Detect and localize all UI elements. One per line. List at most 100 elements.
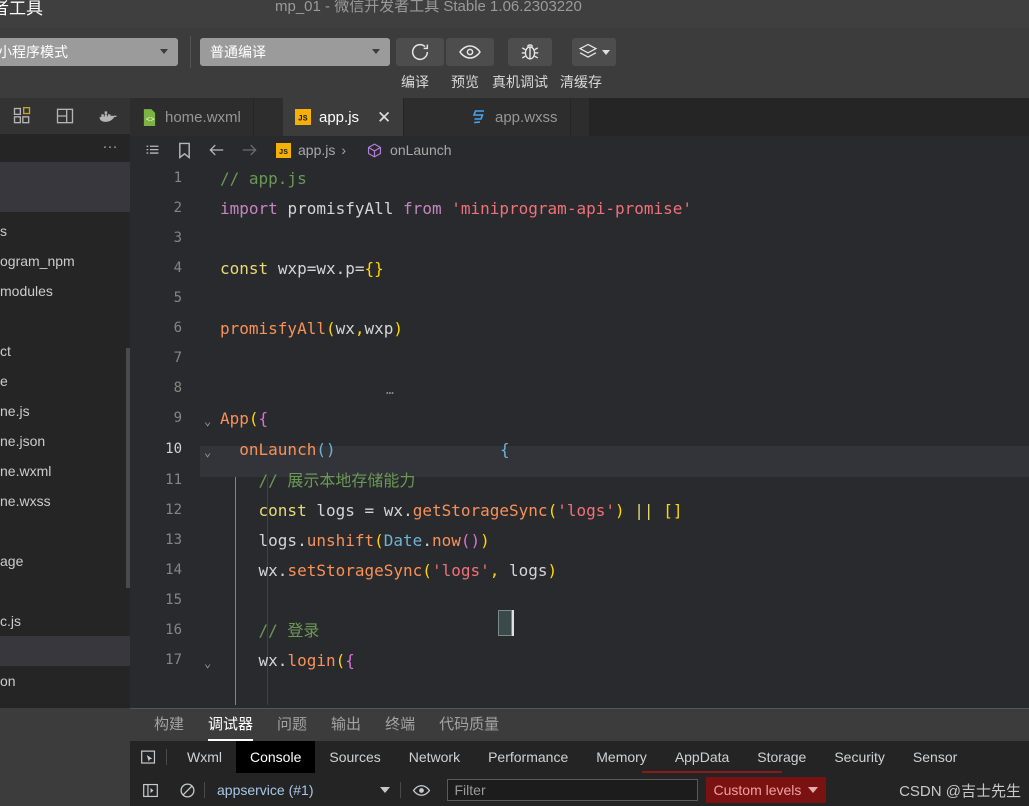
panel-tabs: 构建 调试器 问题 输出 终端 代码质量 xyxy=(130,709,1029,741)
panel-tab-code-quality[interactable]: 代码质量 xyxy=(439,709,499,741)
code-line[interactable]: // 登录 xyxy=(220,616,320,646)
panel-tab-build[interactable]: 构建 xyxy=(154,709,184,741)
devtools-tab-sources[interactable]: Sources xyxy=(315,741,394,773)
breadcrumb-symbol[interactable]: onLaunch xyxy=(390,142,452,158)
devtools-tab-sensor[interactable]: Sensor xyxy=(899,741,971,773)
devtools-tab-console[interactable]: Console xyxy=(236,741,316,773)
file-tree-item[interactable] xyxy=(0,516,130,546)
code-line[interactable]: import promisfyAll from 'miniprogram-api… xyxy=(220,194,692,224)
js-file-icon: JS xyxy=(295,109,311,125)
tabstrip-empty-space xyxy=(589,98,1029,136)
chevron-down-icon xyxy=(808,787,819,793)
compile-button[interactable] xyxy=(396,38,444,66)
fold-ellipsis[interactable]: … xyxy=(386,383,395,398)
inspect-cursor-icon[interactable] xyxy=(130,749,166,766)
code-line[interactable]: const logs = wx.getStorageSync('logs') |… xyxy=(220,496,683,526)
code-editor[interactable]: 1 2 3 4 5 6 7 8 9 10 11 12 13 14 15 16 1… xyxy=(130,164,1029,708)
editor-tab-app-js[interactable]: JS app.js ✕ xyxy=(283,98,405,136)
console-sidebar-icon[interactable] xyxy=(130,782,170,799)
breadcrumb-file[interactable]: app.js xyxy=(298,142,335,158)
panel-tab-debugger[interactable]: 调试器 xyxy=(208,709,254,741)
file-tree-item[interactable]: ne.wxss xyxy=(0,486,130,516)
code-line[interactable]: // 展示本地存储能力 xyxy=(220,466,416,496)
code-line[interactable]: App({ xyxy=(220,404,268,434)
editor-tab-label: home.wxml xyxy=(165,108,241,126)
real-device-debug-button[interactable] xyxy=(508,38,552,66)
real-device-debug-label: 真机调试 xyxy=(492,74,548,90)
editor-tab-app-wxss[interactable]: app.wxss xyxy=(459,98,571,136)
clear-cache-button[interactable] xyxy=(572,38,616,66)
line-number: 10 xyxy=(165,441,182,457)
devtools-tab-storage[interactable]: Storage xyxy=(743,741,820,773)
file-tree-item[interactable] xyxy=(0,306,130,336)
devtools-tab-memory[interactable]: Memory xyxy=(582,741,661,773)
file-tree-item[interactable]: c.js xyxy=(0,606,130,636)
editor-tab-label: app.wxss xyxy=(495,108,558,126)
code-line[interactable]: promisfyAll(wx,wxp) xyxy=(220,314,403,344)
file-tree-item[interactable] xyxy=(0,636,130,666)
line-number: 16 xyxy=(165,622,182,638)
file-tree-item[interactable]: on xyxy=(0,666,130,696)
clear-console-icon[interactable] xyxy=(170,782,204,799)
file-tree-item[interactable]: ne.json xyxy=(0,426,130,456)
eye-icon[interactable] xyxy=(407,781,437,800)
compile-mode-label: 普通编译 xyxy=(210,44,266,60)
console-toolbar-divider xyxy=(204,782,205,798)
devtools-tab-wxml[interactable]: Wxml xyxy=(173,741,236,773)
fold-chevron-icon[interactable]: ⌄ xyxy=(204,656,211,670)
console-levels-select[interactable]: Custom levels xyxy=(705,777,827,803)
compile-button-label: 编译 xyxy=(401,74,429,90)
forward-arrow-icon[interactable] xyxy=(240,142,258,158)
file-tree-item[interactable]: ogram_npm xyxy=(0,246,130,276)
file-tree-item[interactable]: e xyxy=(0,366,130,396)
panel-tab-output[interactable]: 输出 xyxy=(331,709,361,741)
file-tree-item[interactable]: ct xyxy=(0,336,130,366)
code-line[interactable]: logs.unshift(Date.now()) xyxy=(220,526,490,556)
back-arrow-icon[interactable] xyxy=(208,142,226,158)
editor-tab-home-wxml[interactable]: <> home.wxml xyxy=(130,98,254,136)
fold-chevron-icon[interactable]: ⌄ xyxy=(204,414,211,428)
file-tree-item[interactable]: s xyxy=(0,216,130,246)
code-line[interactable]: onLaunch() xyxy=(220,435,345,465)
line-number: 4 xyxy=(173,260,182,276)
line-number: 2 xyxy=(173,200,182,216)
sidebar-more-icon[interactable]: … xyxy=(102,136,120,152)
mode-select[interactable]: 小程序模式 xyxy=(0,38,178,66)
line-number: 13 xyxy=(165,532,182,548)
compile-mode-select[interactable]: 普通编译 xyxy=(200,38,390,66)
fold-chevron-icon[interactable]: ⌄ xyxy=(204,445,211,459)
file-tree-item[interactable]: age xyxy=(0,546,130,576)
code-line[interactable]: const wxp=wx.p={} xyxy=(220,254,384,284)
code-line[interactable]: wx.login({ xyxy=(220,646,355,676)
close-icon[interactable]: ✕ xyxy=(377,109,391,126)
docker-icon[interactable] xyxy=(86,106,129,126)
file-tree-item[interactable] xyxy=(0,576,130,606)
file-tree-item[interactable]: ne.js xyxy=(0,396,130,426)
code-line[interactable]: // app.js xyxy=(220,164,307,194)
devtools-tab-appdata[interactable]: AppData xyxy=(661,741,743,773)
code-line[interactable]: wx.setStorageSync('logs', logs) xyxy=(220,556,558,586)
outline-icon[interactable] xyxy=(144,142,161,159)
console-context-select[interactable]: appservice (#1) xyxy=(217,782,390,798)
editor-tab-label: app.js xyxy=(319,108,360,126)
file-tree-item[interactable]: modules xyxy=(0,276,130,306)
panel-tab-terminal[interactable]: 终端 xyxy=(385,709,415,741)
devtools-tab-security[interactable]: Security xyxy=(820,741,899,773)
bookmark-icon[interactable] xyxy=(177,142,192,159)
console-toolbar-divider xyxy=(399,782,401,798)
line-number: 15 xyxy=(165,592,182,608)
devtools-tabs: Wxml Console Sources Network Performance… xyxy=(130,741,1029,773)
devtools-tab-performance[interactable]: Performance xyxy=(474,741,582,773)
console-filter-input[interactable]: Filter xyxy=(446,779,698,801)
editor-scrollbar[interactable] xyxy=(1015,164,1029,708)
svg-text:JS: JS xyxy=(298,115,308,124)
line-number: 7 xyxy=(173,350,182,366)
extensions-icon[interactable] xyxy=(0,106,43,126)
file-tree-item[interactable]: ne.wxml xyxy=(0,456,130,486)
devtools-tab-network[interactable]: Network xyxy=(395,741,474,773)
panel-tab-problems[interactable]: 问题 xyxy=(277,709,307,741)
split-editor-icon[interactable] xyxy=(43,106,86,126)
preview-button[interactable] xyxy=(446,38,494,66)
file-tree-item[interactable]: ss xyxy=(0,696,130,708)
code-line-bracket: { xyxy=(500,440,510,459)
